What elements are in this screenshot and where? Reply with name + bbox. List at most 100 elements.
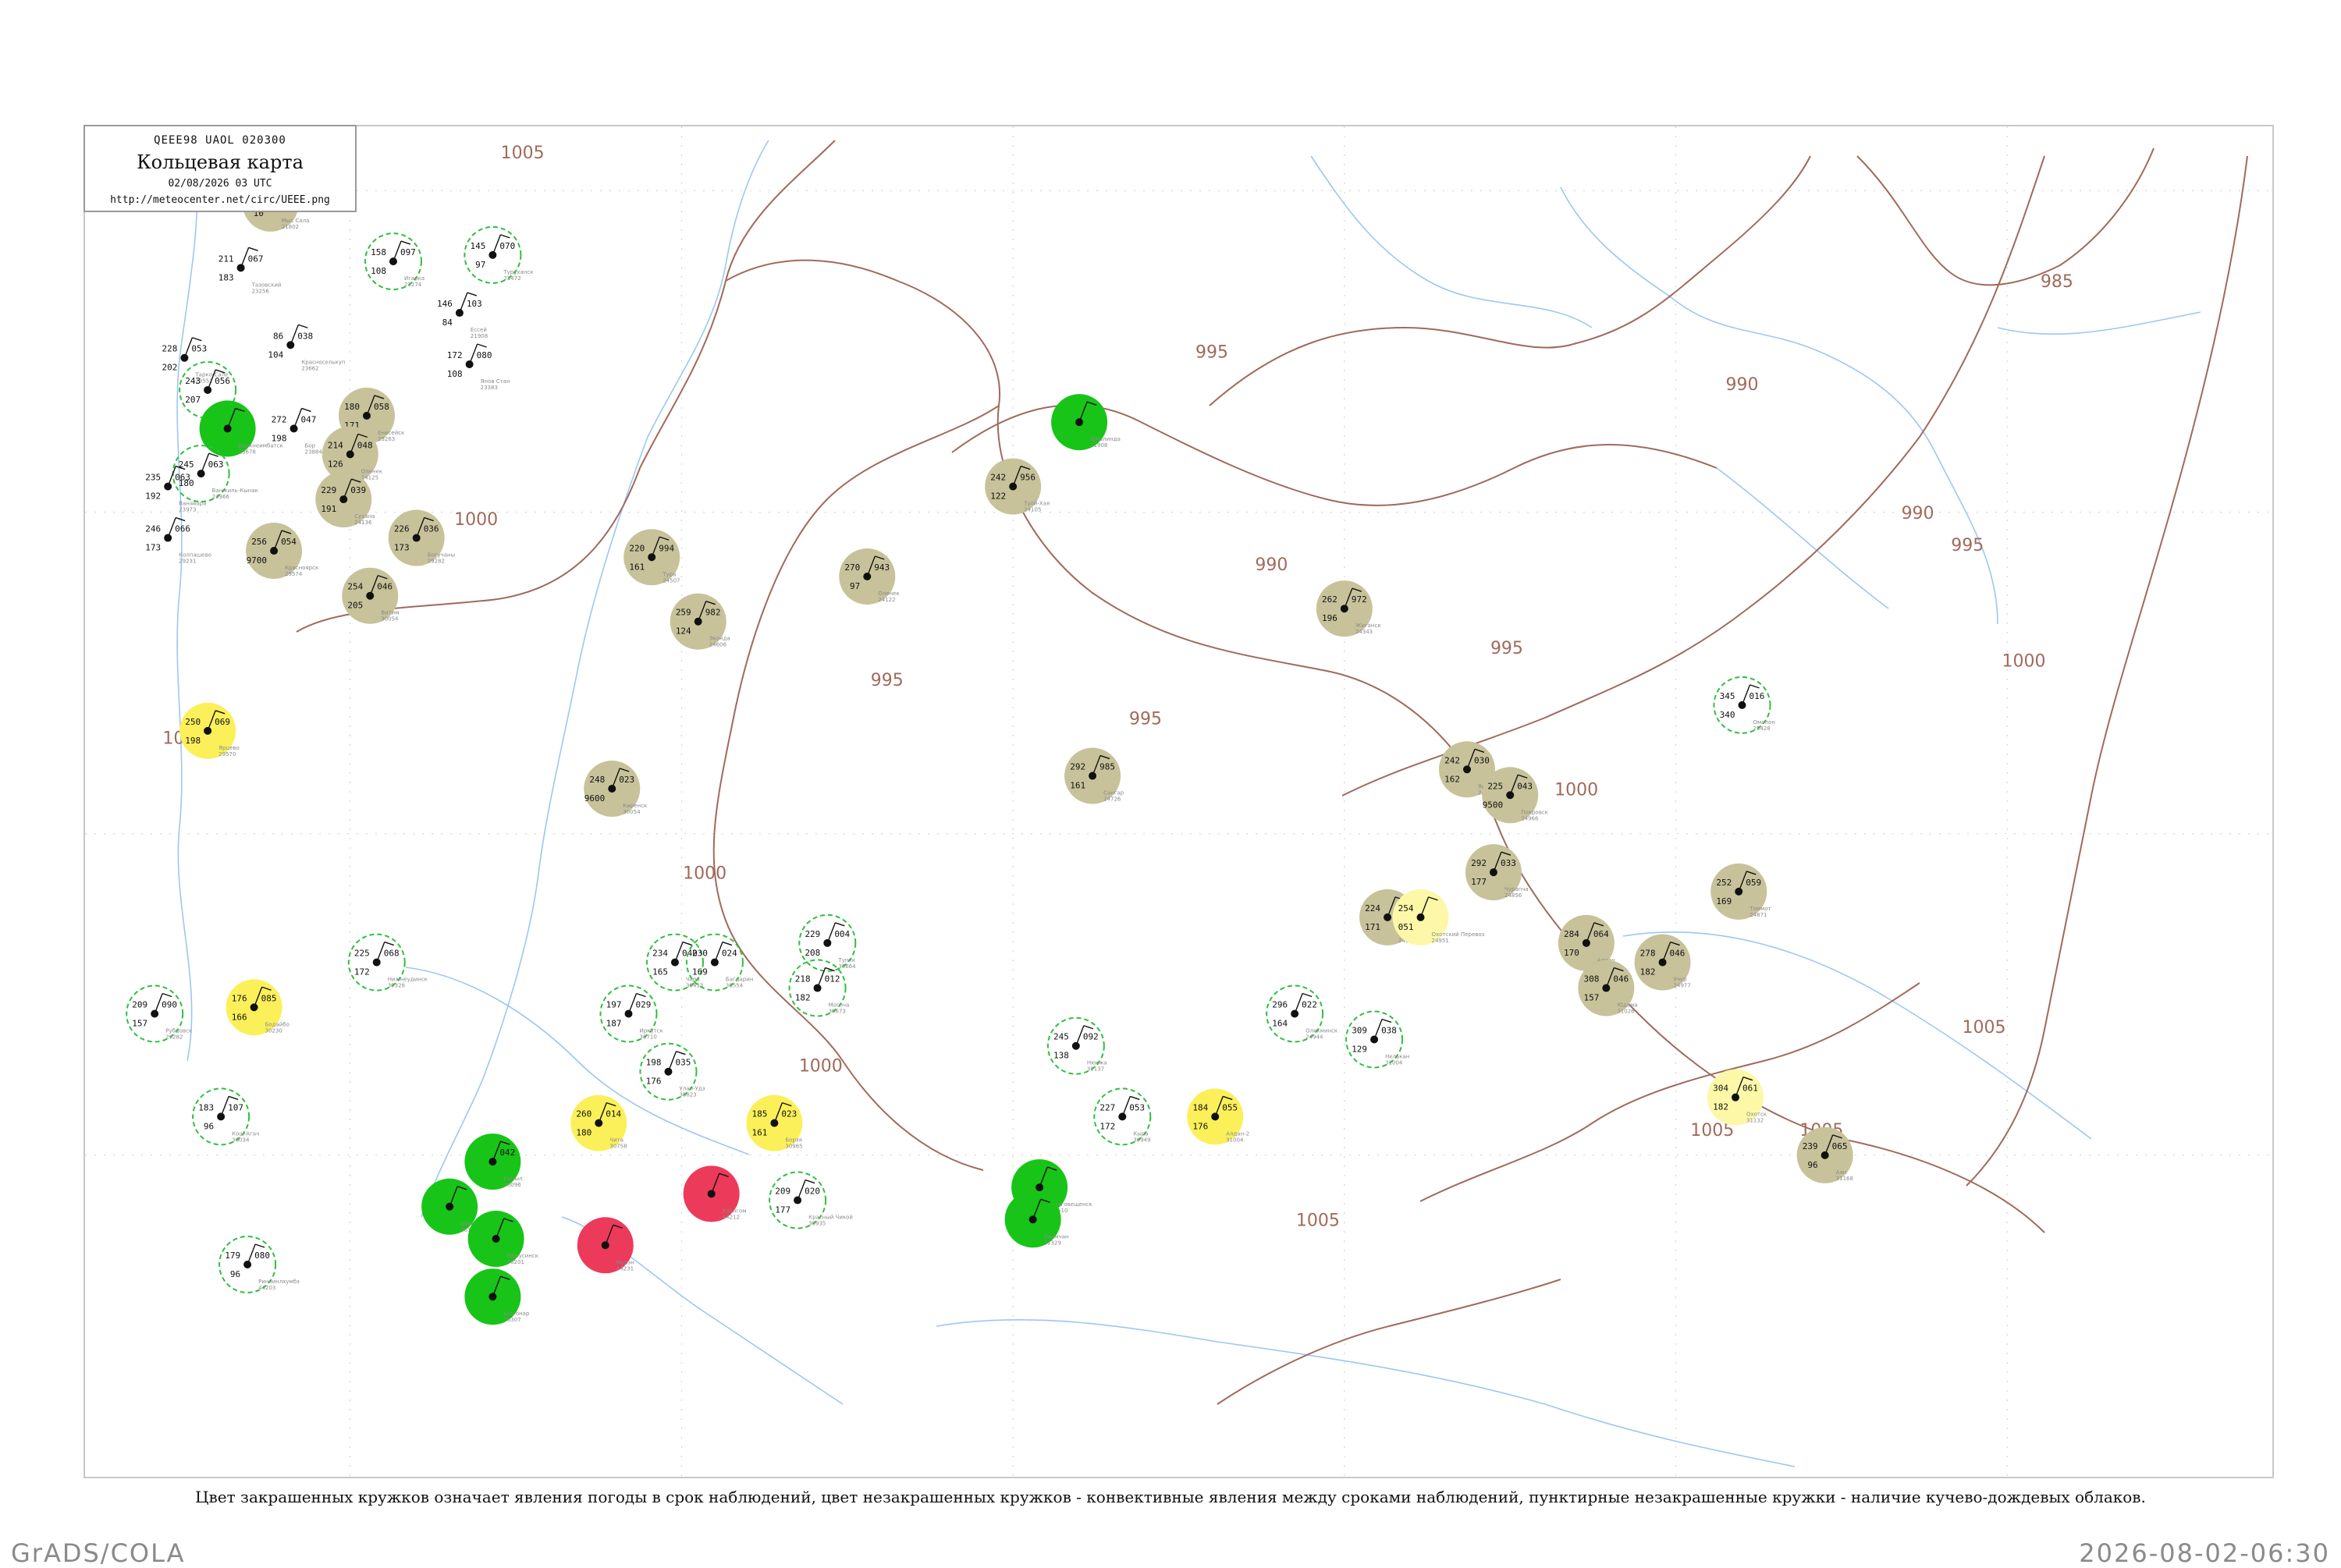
station-30949[interactable]: 227 053 172 Кыра30949 [1093, 1087, 1152, 1146]
station-name: Учур [1674, 977, 1688, 983]
wind-barb-feather [500, 234, 510, 239]
station-36096[interactable]: 042 Кызыл36096 [464, 1133, 523, 1190]
station-44231[interactable]: Мурэн44231 [577, 1217, 634, 1274]
station-24951b[interactable]: 254 051 Охотский Перевоз24951 [1392, 889, 1485, 945]
stations[interactable]: 311010Мыс Сала21802211067183Тазовский232… [126, 175, 1853, 1325]
station-24871[interactable]: 252 059 169 Томмот24871 [1710, 863, 1771, 920]
station-24343[interactable]: 262 972 196 Жиганск24343 [1316, 580, 1381, 637]
station-23973[interactable]: 235 063 192 Ванавара23973 [145, 465, 206, 513]
station-23472[interactable]: 145 070 97 Туруханск23472 [464, 225, 533, 284]
station-29574[interactable]: 256 054 9700 Красноярск29574 [246, 523, 318, 580]
station-29282b[interactable]: 209 090 157 Рубцовск29282 [126, 984, 192, 1043]
wind-barb-feather [477, 343, 487, 348]
station-30935[interactable]: 209 020 177 Красный Чикой30935 [769, 1171, 853, 1229]
station-temperature: 309 [1352, 1025, 1367, 1035]
weather-map[interactable]: 1005 1000 1005 995 990 985 990 995 990 995 995 995 1… [0, 0, 2341, 1560]
station-30054b[interactable]: 248 023 9600 Киренск30054 [584, 761, 647, 818]
station-dewpoint: 166 [232, 1012, 247, 1022]
station-30054[interactable]: 254 046 205 Витим30054 [342, 567, 400, 624]
station-dewpoint: 161 [751, 1128, 767, 1138]
station-index: 24606 [709, 642, 727, 648]
station-temperature: 235 [145, 473, 161, 483]
station-index: 29231 [179, 559, 196, 565]
station-index: 24951 [1432, 938, 1449, 944]
station-29282[interactable]: 226 036 173 Богучаны29282 [388, 509, 455, 566]
station-pressure: 065 [1832, 1141, 1848, 1151]
wind-barb-feather [835, 922, 845, 927]
station-name: Покровск [1521, 809, 1548, 815]
station-temperature: 259 [676, 608, 691, 618]
station-31168[interactable]: 239 065 96 Аян31168 [1796, 1126, 1853, 1183]
station-36034[interactable]: 183 107 96 Кош-Агач36034 [192, 1087, 259, 1146]
station-24606[interactable]: 259 982 124 Эконда24606 [670, 593, 730, 650]
station-pressure: 004 [834, 929, 850, 939]
station-24122[interactable]: 270 943 97 Оленек24122 [839, 548, 900, 605]
station-23383[interactable]: 172 080 108 Янов Стан23383 [447, 343, 510, 391]
station-36307[interactable]: Шагонар36307 [464, 1268, 530, 1325]
station-23662[interactable]: 86 038 104 Красноселькуп23662 [268, 324, 345, 371]
station-30823[interactable]: 198 035 176 Улан-Удэ30823 [639, 1042, 705, 1101]
station-44203[interactable]: 179 080 96 Ринчинлхумбэ44203 [218, 1235, 300, 1293]
wind-barb-feather [384, 941, 394, 946]
station-31137[interactable]: 245 092 138 Нюкжа31137 [1046, 1016, 1107, 1075]
station-temperature: 183 [198, 1102, 214, 1112]
station-23274[interactable]: 158 097 108 Игарка23274 [364, 232, 425, 291]
station-pressure: 066 [175, 524, 190, 534]
station-name: Чурапча [1504, 886, 1529, 892]
station-30758[interactable]: 260 014 180 Чита30758 [570, 1094, 627, 1151]
station-31026[interactable]: 308 046 157 Юдома31026 [1578, 960, 1638, 1016]
station-30328[interactable]: 225 068 172 Нижнеудинск30328 [347, 933, 428, 992]
station-name: Богучаны [428, 552, 455, 559]
station-index: 36096 [503, 1182, 521, 1188]
station-name: Охотский Перевоз [1432, 931, 1485, 938]
station-name: Ярцево [218, 745, 240, 751]
station-temperature: 224 [1365, 903, 1380, 913]
source-url[interactable]: http://meteocenter.net/circ/UEEE.png [85, 194, 355, 206]
station-pressure: 014 [606, 1109, 621, 1119]
station-24726[interactable]: 292 985 161 Сангар24726 [1064, 747, 1124, 804]
river-kolyma [1997, 311, 2201, 335]
station-21908[interactable]: 146 103 84 Ессей21908 [437, 292, 488, 339]
station-24105[interactable]: 242 956 122 Туой-Хая24105 [985, 458, 1050, 515]
station-temperature: 284 [1564, 929, 1579, 939]
station-24856[interactable]: 292 033 177 Чурапча24856 [1465, 844, 1529, 901]
station-index: 36307 [503, 1317, 520, 1323]
station-pressure: 048 [357, 440, 373, 450]
station-dewpoint: 183 [218, 272, 234, 282]
station-name: Иркутск [640, 1028, 663, 1034]
station-31004[interactable]: 184 055 176 Алдан-231004 [1187, 1088, 1249, 1145]
station-30710[interactable]: 197 029 187 Иркутск30710 [599, 984, 663, 1043]
isobar-label: 1005 [1963, 1018, 2006, 1038]
isobar-label: 995 [871, 671, 904, 690]
station-31132[interactable]: 304 061 182 Охотск31132 [1707, 1069, 1767, 1126]
station-25428[interactable]: 345 016 340 Омолон25428 [1713, 676, 1775, 734]
station-pressure: 042 [499, 1148, 515, 1158]
station-21908b[interactable]: Джалинда21908 [1051, 394, 1121, 451]
station-44212[interactable]: Улангом44212 [683, 1165, 747, 1222]
station-index: 23274 [404, 282, 422, 288]
station-24507[interactable]: 220 994 161 Тура24507 [623, 529, 680, 586]
station-temperature: 270 [844, 562, 860, 573]
wind-barb-feather [636, 992, 646, 998]
station-30230[interactable]: 176 085 166 Бодайбо30230 [226, 979, 290, 1036]
station-24977[interactable]: 278 046 182 Учур24977 [1634, 934, 1691, 991]
station-temperature: 254 [347, 582, 363, 592]
station-24944[interactable]: 296 022 164 Олекминск24944 [1266, 984, 1337, 1043]
station-29231[interactable]: 246 066 173 Колпашево29231 [145, 516, 211, 565]
station-30965[interactable]: 185 023 161 Борзя30965 [746, 1094, 803, 1151]
station-31004b[interactable]: 309 038 129 Нелькан31004 [1345, 1010, 1409, 1069]
station-index: 29282 [165, 1034, 183, 1041]
station-23256[interactable]: 211 067 183 Тазовский23256 [218, 247, 282, 294]
station-pressure: 053 [1129, 1102, 1145, 1112]
station-index: 44231 [616, 1265, 634, 1272]
station-index: 24122 [878, 597, 895, 603]
station-dewpoint: 187 [606, 1019, 622, 1029]
station-pressure: 090 [162, 1000, 177, 1010]
station-36201[interactable]: Минусинск36201 [467, 1211, 538, 1268]
station-29570[interactable]: 250 069 198 Ярцево29570 [179, 702, 240, 759]
station-index: 25428 [1753, 725, 1770, 732]
station-pressure: 103 [467, 299, 482, 309]
isobars [296, 140, 2248, 1405]
river-aldan [1622, 931, 2092, 1140]
station-24966[interactable]: 225 043 9500 Покровск24966 [1482, 767, 1548, 824]
